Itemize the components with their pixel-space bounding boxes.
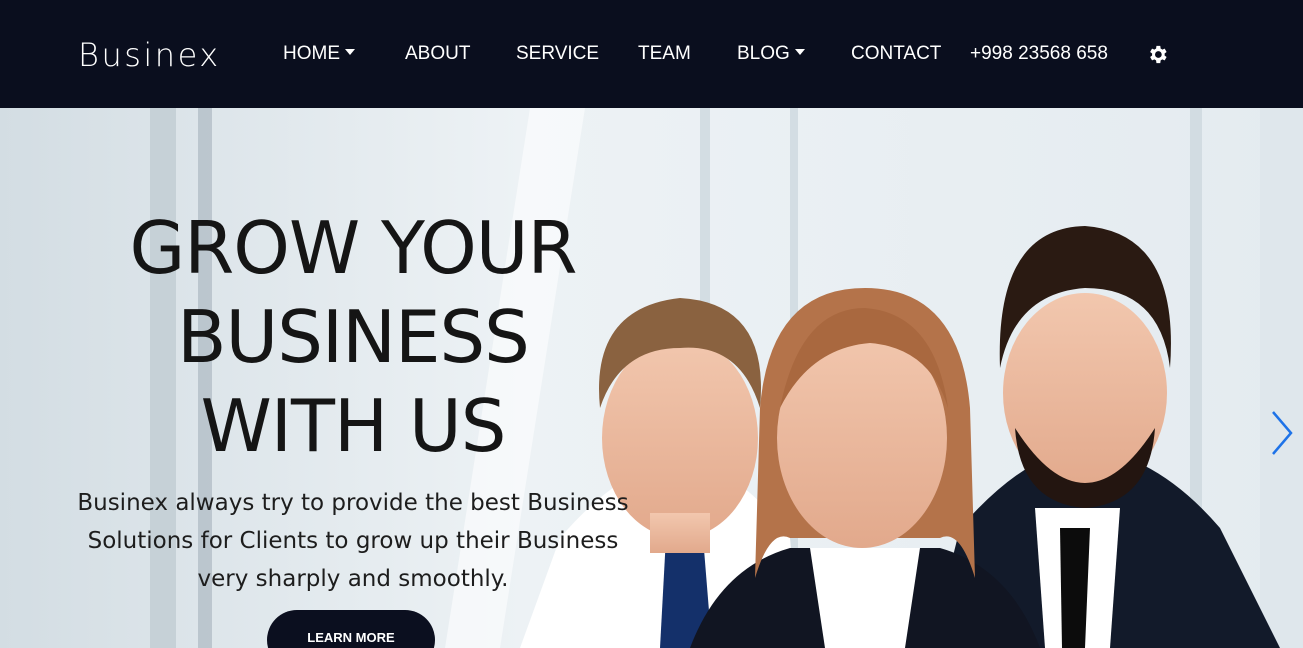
chevron-down-icon [794, 49, 805, 55]
main-nav: HOME ABOUT SERVICE TEAM BLOG CONTACT +99… [0, 0, 1303, 108]
hero-subtext: Businex always try to provide the best B… [60, 484, 646, 598]
chevron-down-icon [345, 49, 355, 55]
hero-headline: GROW YOUR BUSINESS WITH US [80, 204, 626, 471]
nav-about[interactable]: ABOUT [405, 42, 470, 66]
headline-line: GROW YOUR [129, 206, 577, 290]
subtext-line: very sharply and smoothly. [197, 566, 509, 592]
subtext-line: Businex always try to provide the best B… [77, 490, 629, 516]
hero-section: GROW YOUR BUSINESS WITH US Businex alway… [0, 108, 1303, 648]
nav-home-label: HOME [283, 43, 340, 64]
nav-service[interactable]: SERVICE [516, 42, 599, 66]
nav-blog-label: BLOG [737, 43, 790, 64]
nav-team[interactable]: TEAM [638, 42, 691, 66]
nav-phone[interactable]: +998 23568 658 [970, 42, 1108, 66]
site-header: Businex HOME ABOUT SERVICE TEAM BLOG CON… [0, 0, 1303, 108]
gear-icon[interactable] [1146, 43, 1169, 66]
nav-contact[interactable]: CONTACT [851, 42, 941, 66]
learn-more-button[interactable]: LEARN MORE [267, 610, 435, 648]
headline-line: WITH US [200, 384, 507, 468]
chevron-right-icon[interactable] [1270, 410, 1294, 456]
subtext-line: Solutions for Clients to grow up their B… [87, 528, 619, 554]
headline-line: BUSINESS [177, 295, 530, 379]
nav-home[interactable]: HOME [283, 42, 355, 66]
nav-blog[interactable]: BLOG [737, 42, 805, 66]
